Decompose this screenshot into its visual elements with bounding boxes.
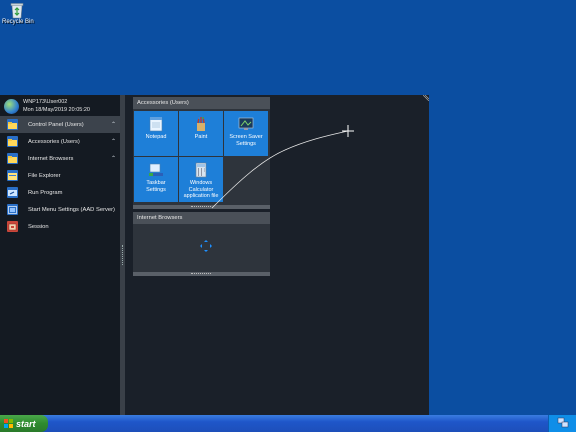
group-resize-handle[interactable] [133,205,270,209]
start-label: start [16,418,36,429]
tile-label: Notepad [145,134,167,140]
menu-items-list: Control Panel (Users) ⌃ Accessories (Use… [0,116,120,235]
calculator-icon [193,162,209,178]
tile-label: Paint [194,134,208,140]
tile-notepad[interactable]: Notepad [134,111,178,156]
taskbar-settings-icon [148,162,164,178]
tile-screen-saver-settings[interactable]: Screen Saver Settings [224,111,268,156]
menu-item-label: Internet Browsers [28,155,74,162]
folder-icon [7,119,18,130]
taskbar: start [0,415,576,432]
tile-taskbar-settings[interactable]: Taskbar Settings [134,157,178,202]
group-accessories-title[interactable]: Accessories (Users) [133,97,270,109]
resize-corner-icon[interactable] [422,94,430,102]
screen-saver-icon [238,116,254,132]
tile-label: Windows Calculator application file [183,180,219,199]
chevron-up-icon[interactable]: ⌃ [111,138,116,145]
menu-item-session[interactable]: Session [0,218,120,235]
group-accessories: Accessories (Users) Notepad Paint Screen… [133,97,270,209]
menu-item-run-program[interactable]: Run Program [0,184,120,201]
menu-item-label: Control Panel (Users) [28,121,84,128]
user-info: WNP173\User002 Mon 18/May/2019 20:05:20 [4,97,90,115]
session-datetime: Mon 18/May/2019 20:05:20 [23,107,90,113]
run-icon [7,187,18,198]
notepad-icon [148,116,164,132]
tile-windows-calculator[interactable]: Windows Calculator application file [179,157,223,202]
menu-item-label: File Explorer [28,172,61,179]
chevron-up-icon[interactable]: ⌃ [111,121,116,128]
network-icon[interactable] [557,417,569,430]
recycle-bin-icon [8,2,26,19]
start-button[interactable]: start [0,415,48,432]
menu-item-internet-browsers[interactable]: Internet Browsers ⌃ [0,150,120,167]
file-explorer-icon [7,170,18,181]
menu-item-label: Run Program [28,189,63,196]
menu-item-control-panel[interactable]: Control Panel (Users) ⌃ [0,116,120,133]
system-tray [548,415,576,432]
menu-item-accessories[interactable]: Accessories (Users) ⌃ [0,133,120,150]
tile-label: Taskbar Settings [146,180,166,193]
recycle-bin-label: Recycle Bin [2,19,34,25]
paint-icon [193,116,209,132]
user-name: WNP173\User002 [23,99,68,105]
folder-icon [7,136,18,147]
chevron-up-icon[interactable]: ⌃ [111,155,116,162]
tile-paint[interactable]: Paint [179,111,223,156]
windows-logo-icon [4,419,13,428]
group-internet-browsers: Internet Browsers [133,212,270,276]
menu-item-label: Accessories (Users) [28,138,80,145]
menu-item-label: Start Menu Settings (AAD Server) [28,206,115,213]
menu-item-start-menu-settings[interactable]: Start Menu Settings (AAD Server) [0,201,120,218]
settings-icon [7,204,18,215]
recycle-bin-desktop-icon[interactable]: Recycle Bin [2,2,34,25]
user-avatar-globe-icon [4,98,19,114]
menu-item-file-explorer[interactable]: File Explorer [0,167,120,184]
group-internet-browsers-title[interactable]: Internet Browsers [133,212,270,224]
session-icon [7,221,18,232]
move-icon[interactable] [199,239,213,253]
start-menu-left-panel: WNP173\User002 Mon 18/May/2019 20:05:20 … [0,95,120,415]
group-resize-handle[interactable] [133,272,270,276]
tile-label: Screen Saver Settings [229,134,263,147]
menu-item-label: Session [28,223,49,230]
folder-icon [7,153,18,164]
